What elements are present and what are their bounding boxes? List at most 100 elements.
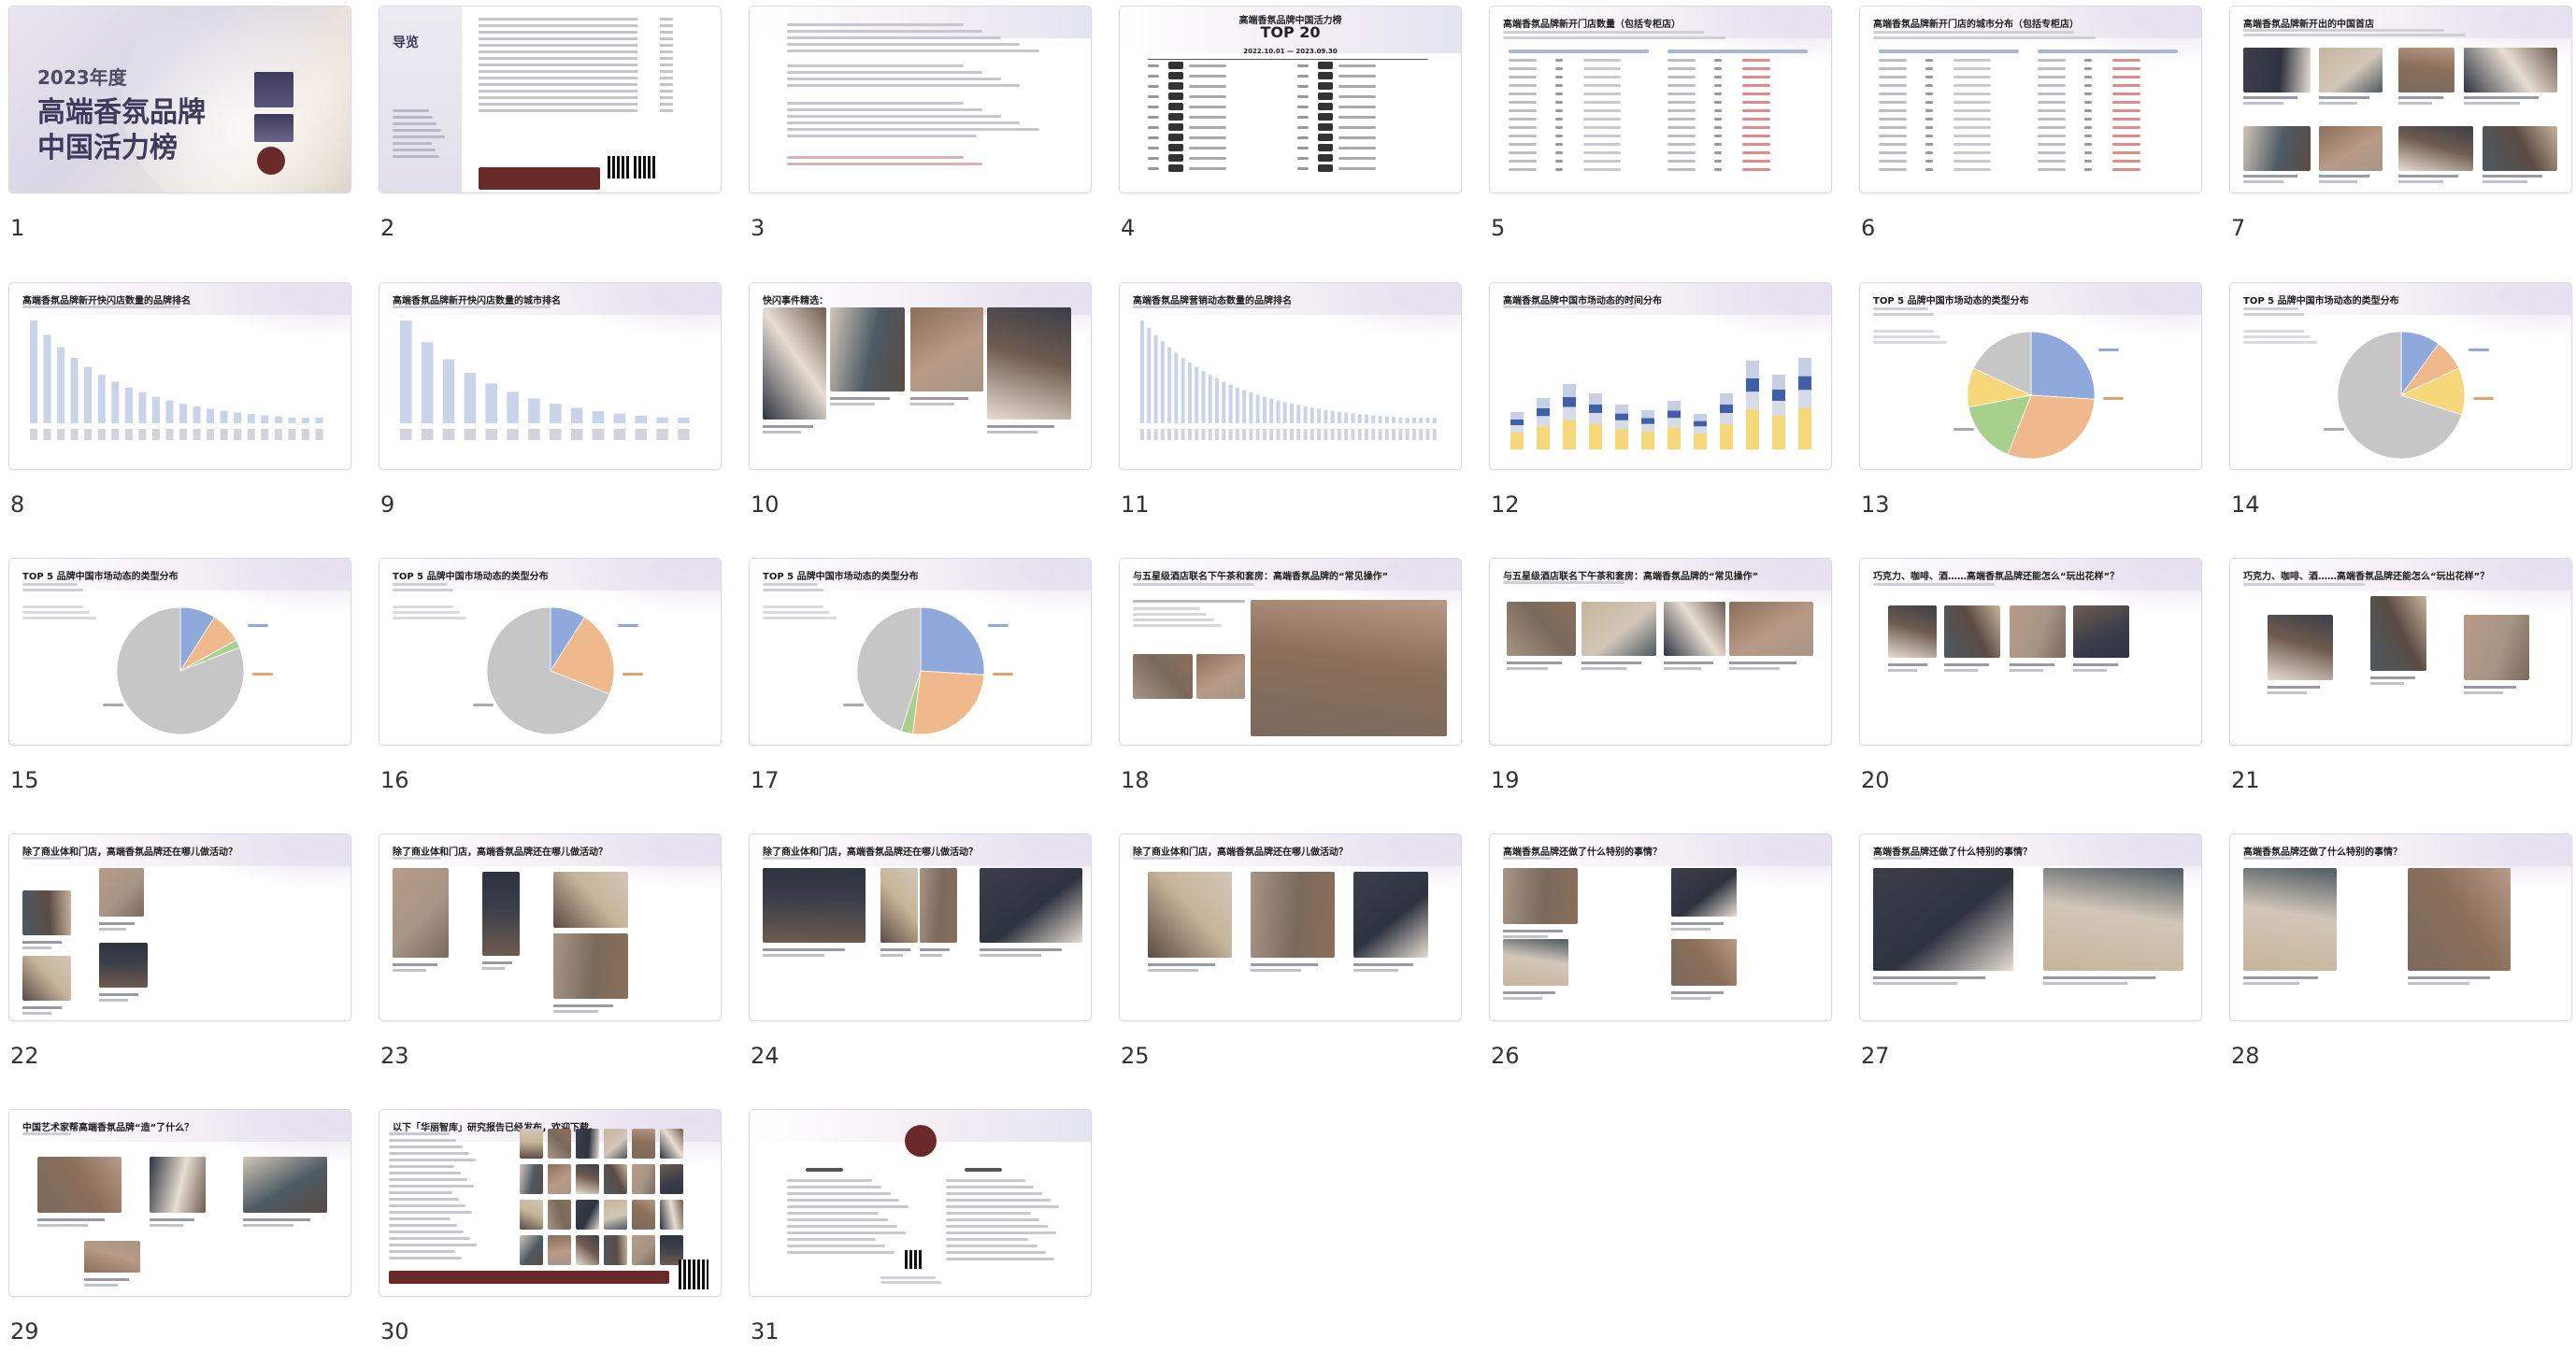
slide-preview[interactable]: 快闪事件精选： [749, 282, 1092, 470]
toc-entry [479, 70, 637, 73]
slide-preview[interactable]: 高端香氛品牌新开门店的城市分布（包括专柜店） [1859, 6, 2202, 193]
slide-preview[interactable]: 除了商业体和门店，高端香氛品牌还在哪儿做活动？ [1119, 833, 1462, 1021]
slide-thumbnail-29[interactable]: 中国艺术家帮高端香氛品牌“造”了什么？ 29 [8, 1109, 351, 1352]
slide-preview[interactable]: 高端香氛品牌新开出的中国首店 [2229, 6, 2572, 193]
slide-preview[interactable]: TOP 5 品牌中国市场动态的类型分布 [1859, 282, 2202, 470]
slide-preview[interactable]: 高端香氛品牌新开快闪店数量的城市排名 [379, 282, 722, 470]
photo [548, 1129, 571, 1159]
slide-thumbnail-17[interactable]: TOP 5 品牌中国市场动态的类型分布 17 [749, 558, 1092, 801]
cell [2112, 135, 2140, 137]
slide-preview[interactable]: 高端香氛品牌中国活力榜 TOP 20 2022.10.01 — 2023.09.30 [1119, 6, 1462, 193]
slide-thumbnail-1[interactable]: 2023年度 高端香氛品牌 中国活力榜 1 [8, 6, 351, 249]
caption-line [2398, 102, 2432, 105]
photo [1196, 654, 1245, 699]
slide-thumbnail-20[interactable]: 巧克力、咖啡、酒……高端香氛品牌还能怎么“玩出花样”？ 20 [1859, 558, 2202, 801]
slide-thumbnail-28[interactable]: 高端香氛品牌还做了什么特别的事情？ 28 [2229, 833, 2572, 1076]
slide-preview[interactable]: TOP 5 品牌中国市场动态的类型分布 [8, 558, 351, 746]
slide-number: 12 [1491, 491, 1520, 518]
caption-line [1251, 969, 1301, 972]
slide-thumbnail-22[interactable]: 除了商业体和门店，高端香氛品牌还在哪儿做活动？ 22 [8, 833, 351, 1076]
slide-preview[interactable]: 与五星级酒店联名下午茶和套房：高端香氛品牌的“常见操作” [1119, 558, 1462, 746]
slide-thumbnail-5[interactable]: 高端香氛品牌新开门店数量（包括专柜店） 5 [1489, 6, 1832, 249]
slide-thumbnail-26[interactable]: 高端香氛品牌还做了什么特别的事情？ 26 [1489, 833, 1832, 1076]
caption-line [910, 397, 969, 400]
tick-label [1392, 429, 1396, 440]
slide-thumbnail-12[interactable]: 高端香氛品牌中国市场动态的时间分布 12 [1489, 282, 1832, 525]
bar [1174, 352, 1179, 423]
slide-thumbnail-3[interactable]: 3 [749, 6, 1092, 249]
slide-thumbnail-2[interactable]: 导览 2 [379, 6, 722, 249]
slide-preview[interactable]: 高端香氛品牌还做了什么特别的事情？ [1489, 833, 1832, 1021]
cell [2112, 168, 2140, 171]
slide-thumbnail-25[interactable]: 除了商业体和门店，高端香氛品牌还在哪儿做活动？ 25 [1119, 833, 1462, 1076]
label [1953, 428, 1974, 431]
photo [632, 1164, 655, 1194]
slide-thumbnail-4[interactable]: 高端香氛品牌中国活力榜 TOP 20 2022.10.01 — 2023.09.30… [1119, 6, 1462, 249]
slide-preview[interactable]: 巧克力、咖啡、酒……高端香氛品牌还能怎么“玩出花样”？ [2229, 558, 2572, 746]
slide-preview[interactable]: TOP 5 品牌中国市场动态的类型分布 [379, 558, 722, 746]
slide-preview[interactable]: 高端香氛品牌营销动态数量的品牌排名 [1119, 282, 1462, 470]
cell [1667, 126, 1696, 129]
cell [1925, 118, 1933, 121]
slide-thumbnail-27[interactable]: 高端香氛品牌还做了什么特别的事情？ 27 [1859, 833, 2202, 1076]
slide-preview[interactable]: 除了商业体和门店，高端香氛品牌还在哪儿做活动？ [749, 833, 1092, 1021]
slide-preview[interactable]: 中国艺术家帮高端香氛品牌“造”了什么？ [8, 1109, 351, 1297]
slide-preview[interactable]: 高端香氛品牌中国市场动态的时间分布 [1489, 282, 1832, 470]
tick-label [97, 429, 106, 440]
bar-segment [1746, 361, 1759, 378]
slide-number: 30 [380, 1318, 409, 1345]
brand-name [1338, 116, 1376, 119]
slide-preview[interactable]: 高端香氛品牌新开快闪店数量的品牌排名 [8, 282, 351, 470]
slide-thumbnail-18[interactable]: 与五星级酒店联名下午茶和套房：高端香氛品牌的“常见操作” 18 [1119, 558, 1462, 801]
slide-preview[interactable]: 巧克力、咖啡、酒……高端香氛品牌还能怎么“玩出花样”？ [1859, 558, 2202, 746]
slide-thumbnail-23[interactable]: 除了商业体和门店，高端香氛品牌还在哪儿做活动？ 23 [379, 833, 722, 1076]
slide-preview[interactable]: 导览 [379, 6, 722, 193]
photo [2464, 48, 2557, 93]
text-line [389, 1250, 455, 1253]
logo-mark [254, 72, 293, 107]
slide-preview[interactable]: 2023年度 高端香氛品牌 中国活力榜 [8, 6, 351, 193]
slide-preview[interactable]: TOP 5 品牌中国市场动态的类型分布 [2229, 282, 2572, 470]
text-line [1133, 619, 1214, 621]
bar-segment [1510, 425, 1524, 433]
slide-thumbnail-14[interactable]: TOP 5 品牌中国市场动态的类型分布 14 [2229, 282, 2572, 525]
cell [1925, 168, 1933, 171]
slide-thumbnail-31[interactable]: 31 [749, 1109, 1092, 1352]
photo [576, 1129, 599, 1159]
slide-preview[interactable]: 以下「华丽智库」研究报告已经发布，欢迎下载。 [379, 1109, 722, 1297]
caption-line [2010, 669, 2043, 672]
chart-graphic [1967, 331, 2096, 460]
bar [1309, 407, 1314, 423]
slide-preview[interactable]: 除了商业体和门店，高端香氛品牌还在哪儿做活动？ [379, 833, 722, 1021]
slide-thumbnail-15[interactable]: TOP 5 品牌中国市场动态的类型分布 15 [8, 558, 351, 801]
slide-preview[interactable] [749, 6, 1092, 193]
slide-thumbnail-11[interactable]: 高端香氛品牌营销动态数量的品牌排名 11 [1119, 282, 1462, 525]
slide-preview[interactable]: TOP 5 品牌中国市场动态的类型分布 [749, 558, 1092, 746]
toc-page [660, 90, 673, 93]
slide-thumbnail-19[interactable]: 与五星级酒店联名下午茶和套房：高端香氛品牌的“常见操作” 19 [1489, 558, 1832, 801]
slide-thumbnail-9[interactable]: 高端香氛品牌新开快闪店数量的城市排名 9 [379, 282, 722, 525]
slide-preview[interactable]: 高端香氛品牌还做了什么特别的事情？ [1859, 833, 2202, 1021]
toc-entry [479, 50, 637, 53]
slide-preview[interactable]: 高端香氛品牌新开门店数量（包括专柜店） [1489, 6, 1832, 193]
slide-thumbnail-10[interactable]: 快闪事件精选： 10 [749, 282, 1092, 525]
brand-name [1189, 75, 1226, 78]
slide-thumbnail-21[interactable]: 巧克力、咖啡、酒……高端香氛品牌还能怎么“玩出花样”？ 21 [2229, 558, 2572, 801]
cell [1714, 67, 1722, 70]
slide-preview[interactable] [749, 1109, 1092, 1297]
rank [1148, 147, 1159, 149]
label [618, 624, 638, 627]
toc-entry [479, 24, 637, 27]
slide-thumbnail-30[interactable]: 以下「华丽智库」研究报告已经发布，欢迎下载。 30 [379, 1109, 722, 1352]
slide-preview[interactable]: 与五星级酒店联名下午茶和套房：高端香氛品牌的“常见操作” [1489, 558, 1832, 746]
slide-thumbnail-16[interactable]: TOP 5 品牌中国市场动态的类型分布 16 [379, 558, 722, 801]
slide-preview[interactable]: 除了商业体和门店，高端香氛品牌还在哪儿做活动？ [8, 833, 351, 1021]
slide-thumbnail-8[interactable]: 高端香氛品牌新开快闪店数量的品牌排名 8 [8, 282, 351, 525]
slide-preview[interactable]: 高端香氛品牌还做了什么特别的事情？ [2229, 833, 2572, 1021]
cell [1583, 59, 1621, 62]
bar [1296, 405, 1301, 423]
slide-thumbnail-6[interactable]: 高端香氛品牌新开门店的城市分布（包括专柜店） 6 [1859, 6, 2202, 249]
slide-thumbnail-24[interactable]: 除了商业体和门店，高端香氛品牌还在哪儿做活动？ 24 [749, 833, 1092, 1076]
slide-thumbnail-13[interactable]: TOP 5 品牌中国市场动态的类型分布 13 [1859, 282, 2202, 525]
slide-thumbnail-7[interactable]: 高端香氛品牌新开出的中国首店 7 [2229, 6, 2572, 249]
